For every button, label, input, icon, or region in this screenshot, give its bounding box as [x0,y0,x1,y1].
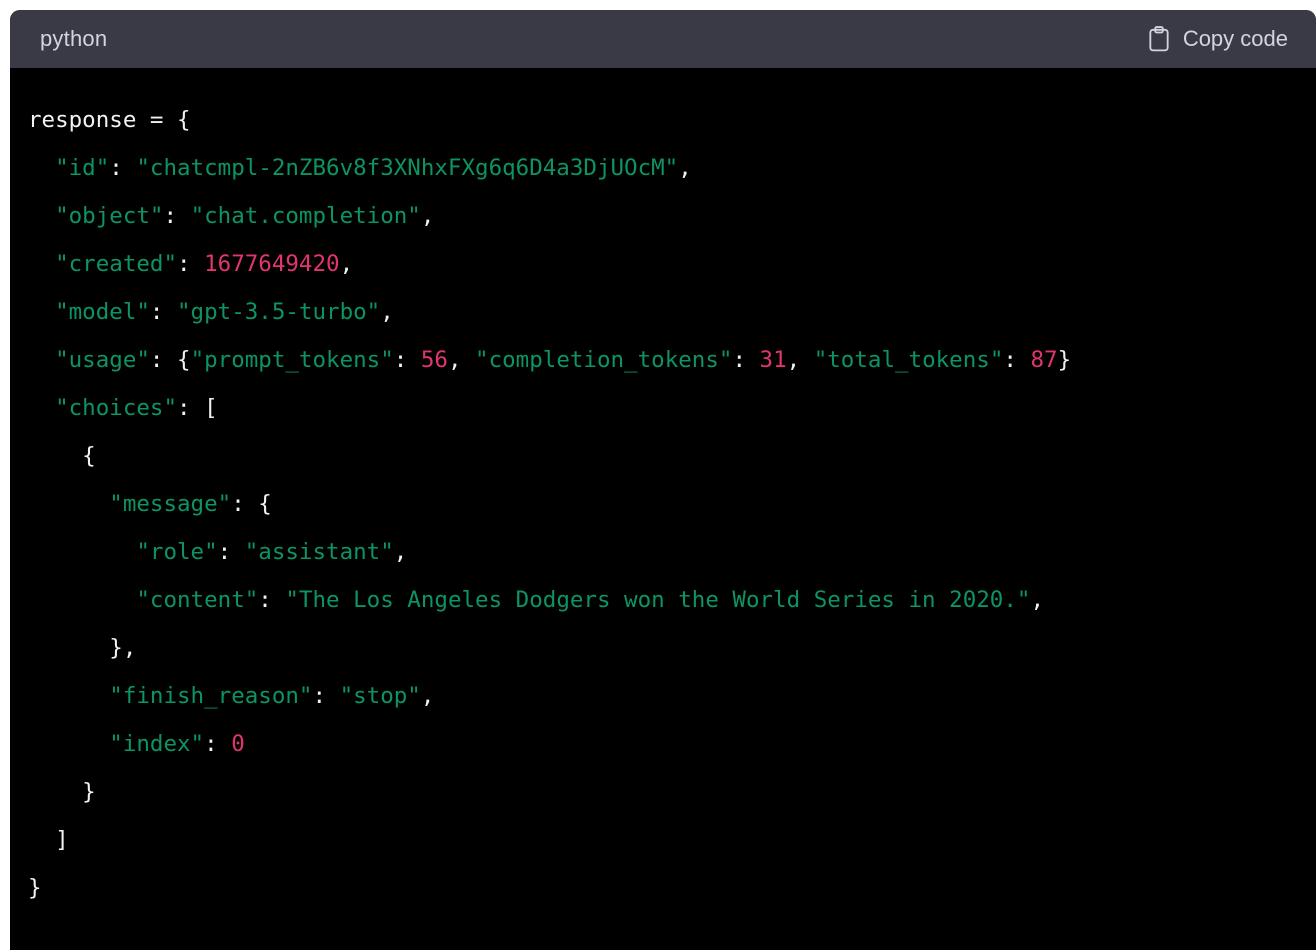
page-root: python Copy code response = { "id": "cha… [0,0,1316,950]
code-token: "content" [136,587,259,613]
code-token: "usage" [55,347,150,373]
code-token: } [1057,347,1072,373]
code-token: 31 [759,347,787,373]
code-token: : [312,683,340,709]
code-token: "role" [136,539,218,565]
code-token: } [28,779,96,805]
code-language-label: python [40,26,108,51]
code-token: : [149,299,178,325]
code-token: "gpt-3.5-turbo" [177,299,381,325]
code-token: "completion_tokens" [475,347,733,373]
clipboard-icon [1148,26,1170,52]
code-block: python Copy code response = { "id": "cha… [10,10,1316,950]
code-token: 56 [420,347,448,373]
code-token: : [732,347,760,373]
code-token: : { [231,491,272,517]
code-token: , [447,347,476,373]
code-token: : [217,539,245,565]
code-token: : { [149,347,191,373]
code-body[interactable]: response = { "id": "chatcmpl-2nZB6v8f3XN… [10,68,1316,950]
code-token: "total_tokens" [813,347,1004,373]
code-token: : [1003,347,1031,373]
code-token: "object" [55,203,164,229]
code-token: "index" [109,731,205,757]
code-token: "The Los Angeles Dodgers won the World S… [285,587,1031,613]
code-token: : [393,347,421,373]
code-token: , [786,347,814,373]
code-token: 1677649420 [204,251,340,277]
code-token: , [1030,587,1044,613]
code-token: } [28,875,42,901]
code-token: , [420,683,435,709]
code-token: 87 [1030,347,1058,373]
code-token: : [204,731,232,757]
code-token: : [163,203,191,229]
code-block-header: python Copy code [10,10,1316,68]
code-token: "stop" [339,683,421,709]
code-token: , [678,155,692,181]
code-token: "chatcmpl-2nZB6v8f3XNhxFXg6q6D4a3DjUOcM" [136,155,679,181]
code-token: , [420,203,435,229]
code-token: "chat.completion" [190,203,421,229]
code-token: : [ [177,395,218,421]
code-token: "model" [55,299,150,325]
code-token: response = { [28,107,191,133]
copy-code-label: Copy code [1182,26,1288,51]
code-token: { [28,443,96,469]
code-token: "id" [55,155,110,181]
code-token: }, [28,635,137,661]
code-token: "choices" [55,395,178,421]
code-token: , [393,539,408,565]
code-token: "message" [109,491,232,517]
code-token: "prompt_tokens" [190,347,394,373]
code-token: ] [28,827,69,853]
code-token: , [380,299,394,325]
code-token: : [177,251,205,277]
code-content: response = { "id": "chatcmpl-2nZB6v8f3XN… [28,96,1316,912]
code-token: : [109,155,137,181]
copy-code-button[interactable]: Copy code [1142,22,1294,56]
code-token: , [339,251,354,277]
code-token: "created" [55,251,178,277]
code-token: : [258,587,286,613]
code-token: 0 [231,731,245,757]
code-token: "assistant" [244,539,394,565]
code-token: "finish_reason" [109,683,313,709]
